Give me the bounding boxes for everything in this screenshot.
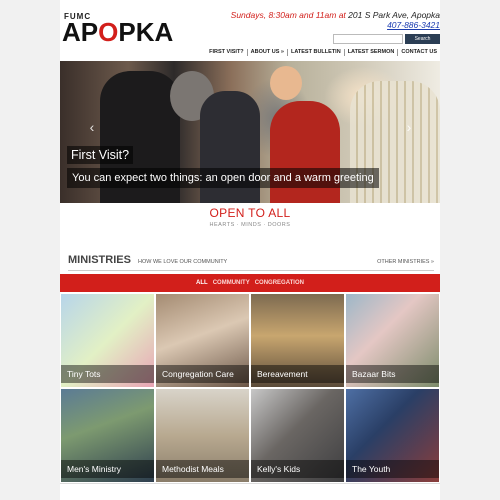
ministries-subheading: HOW WE LOVE OUR COMMUNITY [138, 259, 228, 265]
nav-latest-bulletin[interactable]: LATEST BULLETIN [286, 49, 344, 56]
ministry-tile-bereavement[interactable]: Bereavement [250, 293, 345, 388]
search-button[interactable]: Search [405, 34, 440, 44]
ministry-tile-bazaar-bits[interactable]: Bazaar Bits [345, 293, 440, 388]
ministry-tile-the-youth[interactable]: The Youth [345, 388, 440, 483]
hero-photo-child [270, 66, 302, 100]
tile-label: Tiny Tots [61, 365, 154, 383]
other-ministries-link[interactable]: OTHER MINISTRIES » [377, 259, 434, 265]
ministry-tile-tiny-tots[interactable]: Tiny Tots [60, 293, 155, 388]
ministry-grid: Tiny Tots Congregation Care Bereavement … [60, 293, 440, 483]
open-to-all-title: OPEN TO ALL [209, 206, 291, 220]
nav-contact-us[interactable]: CONTACT US [397, 49, 440, 56]
nav-latest-sermon[interactable]: LATEST SERMON [343, 49, 398, 56]
nav-first-visit[interactable]: FIRST VISIT? [206, 49, 247, 56]
ministry-tile-kellys-kids[interactable]: Kelly's Kids [250, 388, 345, 483]
church-logo[interactable]: FUMC APOPKA [62, 12, 186, 48]
logo-wordmark: APOPKA [62, 17, 174, 47]
tile-label: Methodist Meals [156, 460, 249, 478]
ministry-tile-mens-ministry[interactable]: Men's Ministry [60, 388, 155, 483]
page-footer-edge [60, 483, 440, 500]
phone-link[interactable]: 407-886-3421 [387, 20, 440, 30]
tile-label: Kelly's Kids [251, 460, 344, 478]
filter-all[interactable]: ALL [196, 280, 208, 286]
tile-label: Men's Ministry [61, 460, 154, 478]
ministry-filter-bar: ALL COMMUNITY CONGREGATION [60, 274, 440, 292]
service-times: Sundays, 8:30am and 11am at 201 S Park A… [230, 10, 440, 20]
tile-label: Bereavement [251, 365, 344, 383]
filter-congregation[interactable]: CONGREGATION [255, 280, 304, 286]
chevron-right-icon[interactable]: › [403, 119, 415, 135]
ministry-tile-congregation-care[interactable]: Congregation Care [155, 293, 250, 388]
church-address: 201 S Park Ave, Apopka [348, 10, 440, 20]
filter-community[interactable]: COMMUNITY [213, 280, 250, 286]
cross-flame-icon: O [98, 17, 119, 47]
chevron-left-icon[interactable]: ‹ [86, 119, 98, 135]
ministry-tile-methodist-meals[interactable]: Methodist Meals [155, 388, 250, 483]
search-input[interactable] [333, 34, 403, 44]
open-to-all-subtitle: HEARTS · MINDS · DOORS [209, 222, 291, 228]
page: FUMC APOPKA Sundays, 8:30am and 11am at … [60, 0, 440, 500]
ministries-heading: MINISTRIES [68, 254, 131, 266]
site-header: FUMC APOPKA Sundays, 8:30am and 11am at … [60, 0, 440, 60]
hero-title: First Visit? [67, 146, 134, 164]
tile-label: Congregation Care [156, 365, 249, 383]
divider [68, 270, 434, 271]
hero-slider[interactable]: ‹ › First Visit? You can expect two thin… [60, 61, 440, 203]
top-nav: FIRST VISIT? ABOUT US » LATEST BULLETIN … [206, 49, 440, 56]
nav-about-us[interactable]: ABOUT US » [246, 49, 287, 56]
tile-label: The Youth [346, 460, 439, 478]
hero-subtitle: You can expect two things: an open door … [67, 168, 379, 188]
tile-label: Bazaar Bits [346, 365, 439, 383]
